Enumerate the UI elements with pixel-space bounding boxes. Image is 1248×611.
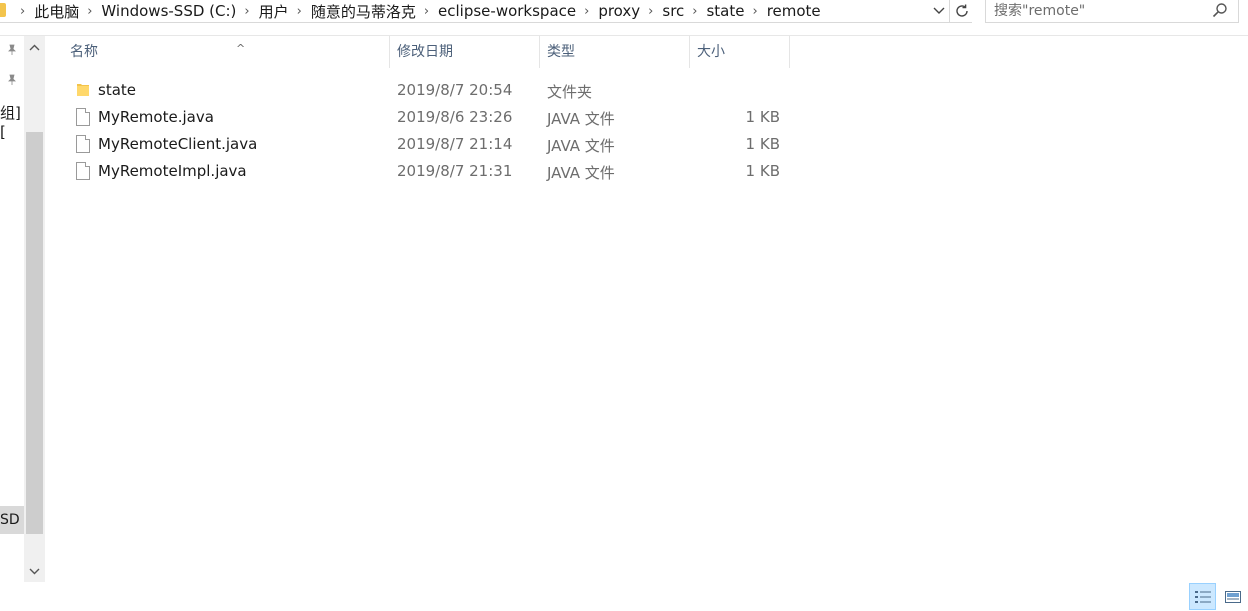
file-name: state bbox=[98, 81, 136, 99]
breadcrumb-state[interactable]: state bbox=[706, 2, 744, 20]
file-row[interactable]: state 2019/8/7 20:54 文件夹 bbox=[70, 77, 790, 104]
search-box[interactable] bbox=[985, 0, 1239, 23]
nav-item-partial[interactable]: 组][ bbox=[0, 102, 24, 141]
chevron-up-icon[interactable] bbox=[24, 36, 45, 58]
navigation-pane[interactable]: 组][ SD ( bbox=[0, 36, 46, 582]
chevron-right-icon[interactable]: › bbox=[640, 4, 662, 19]
large-icons-view-icon bbox=[1224, 590, 1241, 603]
details-view-icon bbox=[1194, 590, 1211, 603]
column-header-row: 名称 ^ 修改日期 类型 大小 bbox=[46, 36, 806, 68]
file-size: 1 KB bbox=[745, 135, 780, 153]
file-icon bbox=[76, 162, 90, 180]
chevron-down-icon[interactable] bbox=[24, 560, 45, 582]
nav-scrollbar[interactable] bbox=[24, 36, 45, 582]
pin-icon bbox=[6, 74, 20, 88]
folder-icon bbox=[0, 3, 6, 17]
file-name: MyRemote.java bbox=[98, 108, 214, 126]
breadcrumb-src[interactable]: src bbox=[662, 2, 684, 20]
chevron-right-icon[interactable]: › bbox=[289, 4, 311, 19]
chevron-right-icon[interactable]: › bbox=[684, 4, 706, 19]
file-size: 1 KB bbox=[745, 108, 780, 126]
chevron-right-icon[interactable]: › bbox=[744, 4, 766, 19]
chevron-right-icon[interactable]: › bbox=[576, 4, 598, 19]
file-icon bbox=[76, 108, 90, 126]
chevron-right-icon[interactable]: › bbox=[12, 4, 34, 19]
file-icon bbox=[76, 135, 90, 153]
search-icon[interactable] bbox=[1212, 2, 1228, 18]
column-name-label: 名称 bbox=[70, 44, 98, 60]
search-input[interactable] bbox=[994, 0, 1204, 21]
file-size: 1 KB bbox=[745, 162, 780, 180]
details-view-button[interactable] bbox=[1189, 583, 1216, 610]
chevron-right-icon[interactable]: › bbox=[79, 4, 101, 19]
column-header-type[interactable]: 类型 bbox=[540, 36, 690, 68]
address-bar[interactable]: › 此电脑 › Windows-SSD (C:) › 用户 › 随意的马蒂洛克 … bbox=[0, 0, 972, 23]
file-date: 2019/8/7 21:14 bbox=[397, 135, 513, 153]
large-icons-view-button[interactable] bbox=[1219, 583, 1246, 610]
column-header-size[interactable]: 大小 bbox=[690, 36, 790, 68]
scrollbar-thumb[interactable] bbox=[26, 132, 43, 534]
navigation-tree: 组][ SD ( bbox=[0, 36, 30, 582]
breadcrumb-drive[interactable]: Windows-SSD (C:) bbox=[101, 2, 236, 20]
file-name: MyRemoteClient.java bbox=[98, 135, 258, 153]
pin-icon bbox=[6, 44, 20, 58]
file-date: 2019/8/7 20:54 bbox=[397, 81, 513, 99]
chevron-right-icon[interactable]: › bbox=[236, 4, 258, 19]
file-row[interactable]: MyRemoteImpl.java 2019/8/7 21:31 JAVA 文件… bbox=[70, 158, 790, 185]
file-date: 2019/8/6 23:26 bbox=[397, 108, 513, 126]
chevron-right-icon[interactable]: › bbox=[416, 4, 438, 19]
refresh-icon[interactable] bbox=[949, 0, 973, 22]
breadcrumb: › 此电脑 › Windows-SSD (C:) › 用户 › 随意的马蒂洛克 … bbox=[12, 0, 821, 22]
file-date: 2019/8/7 21:31 bbox=[397, 162, 513, 180]
sort-ascending-icon: ^ bbox=[236, 42, 246, 55]
file-name: MyRemoteImpl.java bbox=[98, 162, 247, 180]
breadcrumb-this-pc[interactable]: 此电脑 bbox=[34, 1, 79, 22]
chevron-down-icon[interactable] bbox=[928, 0, 949, 22]
file-type: JAVA 文件 bbox=[547, 110, 615, 128]
breadcrumb-remote[interactable]: remote bbox=[767, 2, 821, 20]
breadcrumb-users[interactable]: 用户 bbox=[259, 1, 289, 22]
column-size-label: 大小 bbox=[697, 44, 725, 60]
column-header-date[interactable]: 修改日期 bbox=[390, 36, 540, 68]
file-type: JAVA 文件 bbox=[547, 164, 615, 182]
column-date-label: 修改日期 bbox=[397, 44, 453, 60]
column-type-label: 类型 bbox=[547, 44, 575, 60]
breadcrumb-workspace[interactable]: eclipse-workspace bbox=[438, 2, 576, 20]
file-row[interactable]: MyRemote.java 2019/8/6 23:26 JAVA 文件 1 K… bbox=[70, 104, 790, 131]
file-row[interactable]: MyRemoteClient.java 2019/8/7 21:14 JAVA … bbox=[70, 131, 790, 158]
column-header-name[interactable]: 名称 ^ bbox=[63, 36, 390, 68]
file-type: 文件夹 bbox=[547, 83, 593, 101]
folder-icon bbox=[77, 84, 89, 96]
breadcrumb-proxy[interactable]: proxy bbox=[598, 2, 640, 20]
breadcrumb-user[interactable]: 随意的马蒂洛克 bbox=[311, 1, 416, 22]
file-type: JAVA 文件 bbox=[547, 137, 615, 155]
